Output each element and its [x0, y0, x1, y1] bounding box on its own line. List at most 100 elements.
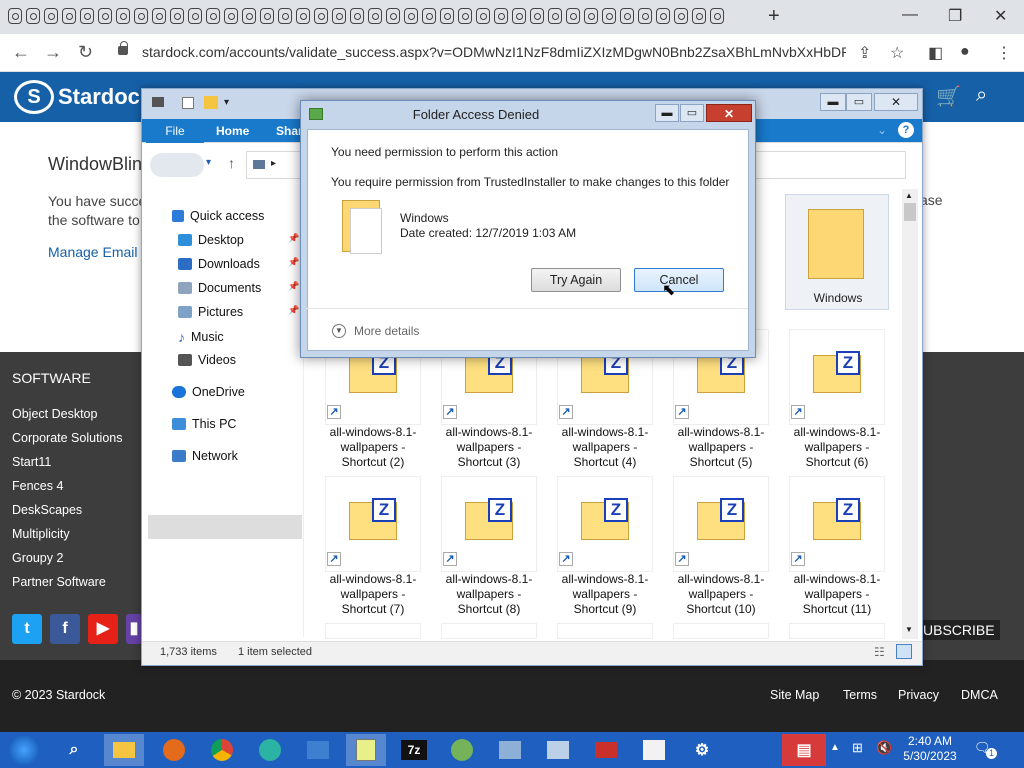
tab-icon[interactable]: [566, 8, 580, 24]
tab-icon[interactable]: [44, 8, 58, 24]
tab-icon[interactable]: [674, 8, 688, 24]
control-panel-taskbar-icon[interactable]: [538, 734, 578, 766]
file-tile[interactable]: [557, 623, 653, 639]
more-details-toggle[interactable]: ▼ More details: [332, 324, 419, 338]
ribbon-tab-share[interactable]: Shar: [276, 124, 303, 138]
nav-item-onedrive[interactable]: OneDrive: [172, 385, 245, 399]
nav-item-downloads[interactable]: Downloads: [178, 257, 260, 271]
side-panel-icon[interactable]: ◧: [928, 43, 943, 63]
software-link[interactable]: Start11: [12, 450, 122, 474]
nav-item-quick-access[interactable]: Quick access: [172, 209, 264, 223]
software-link[interactable]: Object Desktop: [12, 402, 122, 426]
tab-icon[interactable]: [98, 8, 112, 24]
tab-icon[interactable]: [260, 8, 274, 24]
twitter-icon[interactable]: t: [12, 614, 42, 644]
up-arrow-icon[interactable]: ↑: [228, 155, 235, 171]
scroll-up-icon[interactable]: ▲: [905, 191, 913, 200]
large-icons-view-icon[interactable]: [896, 644, 912, 659]
tab-icon[interactable]: [368, 8, 382, 24]
tab-icon[interactable]: [314, 8, 328, 24]
back-arrow-icon[interactable]: ←: [12, 42, 30, 63]
facebook-icon[interactable]: f: [50, 614, 80, 644]
notepad-taskbar-icon[interactable]: [346, 734, 386, 766]
tab-icon[interactable]: [188, 8, 202, 24]
profile-icon[interactable]: ●: [960, 43, 970, 61]
manage-email-link[interactable]: Manage Email: [48, 244, 138, 260]
tab-icon[interactable]: [296, 8, 310, 24]
tab-icon[interactable]: [494, 8, 508, 24]
close-icon[interactable]: ✕: [994, 6, 1007, 26]
nav-item-this-pc[interactable]: This PC: [172, 417, 236, 431]
software-link[interactable]: Multiplicity: [12, 522, 122, 546]
toolbox-taskbar-icon[interactable]: [586, 734, 626, 766]
search-icon[interactable]: ⌕: [976, 84, 987, 107]
dialog-minimize-icon[interactable]: ▬: [655, 104, 679, 122]
tab-icon[interactable]: [170, 8, 184, 24]
tab-icon[interactable]: [476, 8, 490, 24]
nav-item-music[interactable]: ♪ Music: [178, 329, 224, 345]
tab-icon[interactable]: [692, 8, 706, 24]
tab-icon[interactable]: [8, 8, 22, 24]
scrollbar-thumb[interactable]: [904, 203, 916, 221]
tab-icon[interactable]: [134, 8, 148, 24]
tab-icon[interactable]: [332, 8, 346, 24]
action-center-icon[interactable]: 🗨 1: [974, 740, 997, 760]
lock-icon[interactable]: [118, 41, 128, 55]
vertical-scrollbar[interactable]: ▲ ▼: [902, 189, 918, 639]
footer-link-dmca[interactable]: DMCA: [961, 688, 998, 702]
restore-icon[interactable]: ❐: [948, 6, 962, 26]
tab-icon[interactable]: [512, 8, 526, 24]
tab-icon[interactable]: [152, 8, 166, 24]
tab-icon[interactable]: [656, 8, 670, 24]
nav-item-desktop[interactable]: Desktop: [178, 233, 244, 247]
explorer-minimize-icon[interactable]: ▬: [820, 93, 846, 111]
software-link[interactable]: DeskScapes: [12, 498, 122, 522]
settings-gear-icon[interactable]: ⚙: [682, 734, 722, 766]
tab-icon[interactable]: [710, 8, 724, 24]
notification-app-icon[interactable]: ▤: [782, 734, 826, 766]
ribbon-tab-home[interactable]: Home: [216, 124, 249, 138]
software-link[interactable]: Partner Software: [12, 570, 122, 594]
quick-access-dropdown-icon[interactable]: ▾: [224, 97, 229, 108]
tab-icon[interactable]: [638, 8, 652, 24]
nav-item-network[interactable]: Network: [172, 449, 238, 463]
globe-taskbar-icon[interactable]: [442, 734, 482, 766]
performance-monitor-taskbar-icon[interactable]: [490, 734, 530, 766]
volume-muted-icon[interactable]: 🔇: [876, 740, 892, 756]
network-tray-icon[interactable]: ⊞: [852, 740, 863, 756]
tab-icon[interactable]: [350, 8, 364, 24]
share-icon[interactable]: ⇪: [858, 43, 871, 63]
tray-chevron-up-icon[interactable]: ▲: [830, 742, 840, 753]
tab-icon[interactable]: [278, 8, 292, 24]
tab-icon[interactable]: [62, 8, 76, 24]
site-logo-text[interactable]: Stardock: [58, 84, 152, 110]
7zip-taskbar-icon[interactable]: 7z: [394, 734, 434, 766]
new-tab-plus-icon[interactable]: +: [768, 5, 780, 28]
nav-item-videos[interactable]: Videos: [178, 353, 236, 367]
file-tile[interactable]: [789, 623, 885, 639]
tab-icon[interactable]: [584, 8, 598, 24]
file-tile[interactable]: [325, 623, 421, 639]
back-forward-buttons[interactable]: [150, 153, 204, 177]
twitch-icon[interactable]: ▮: [126, 614, 142, 644]
pin-icon[interactable]: 📌: [288, 233, 299, 244]
nav-item-documents[interactable]: Documents: [178, 281, 261, 295]
subscribe-button[interactable]: UBSCRIBE: [918, 620, 1000, 640]
ribbon-tab-file[interactable]: File: [146, 119, 204, 143]
youtube-icon[interactable]: ▶: [88, 614, 118, 644]
footer-link-terms[interactable]: Terms: [843, 688, 877, 702]
tab-icon[interactable]: [386, 8, 400, 24]
tab-icon[interactable]: [206, 8, 220, 24]
software-link[interactable]: Fences 4: [12, 474, 122, 498]
tab-icon[interactable]: [422, 8, 436, 24]
explorer-close-icon[interactable]: ✕: [874, 93, 918, 111]
software-link[interactable]: Corporate Solutions: [12, 426, 122, 450]
minimize-icon[interactable]: —: [902, 6, 918, 24]
scroll-down-icon[interactable]: ▼: [905, 625, 913, 634]
menu-dots-icon[interactable]: ⋮: [996, 43, 1012, 63]
tab-icon[interactable]: [224, 8, 238, 24]
file-tile[interactable]: [673, 623, 769, 639]
forward-arrow-icon[interactable]: →: [44, 42, 62, 63]
dialog-maximize-icon[interactable]: ▭: [680, 104, 704, 122]
footer-link-privacy[interactable]: Privacy: [898, 688, 939, 702]
